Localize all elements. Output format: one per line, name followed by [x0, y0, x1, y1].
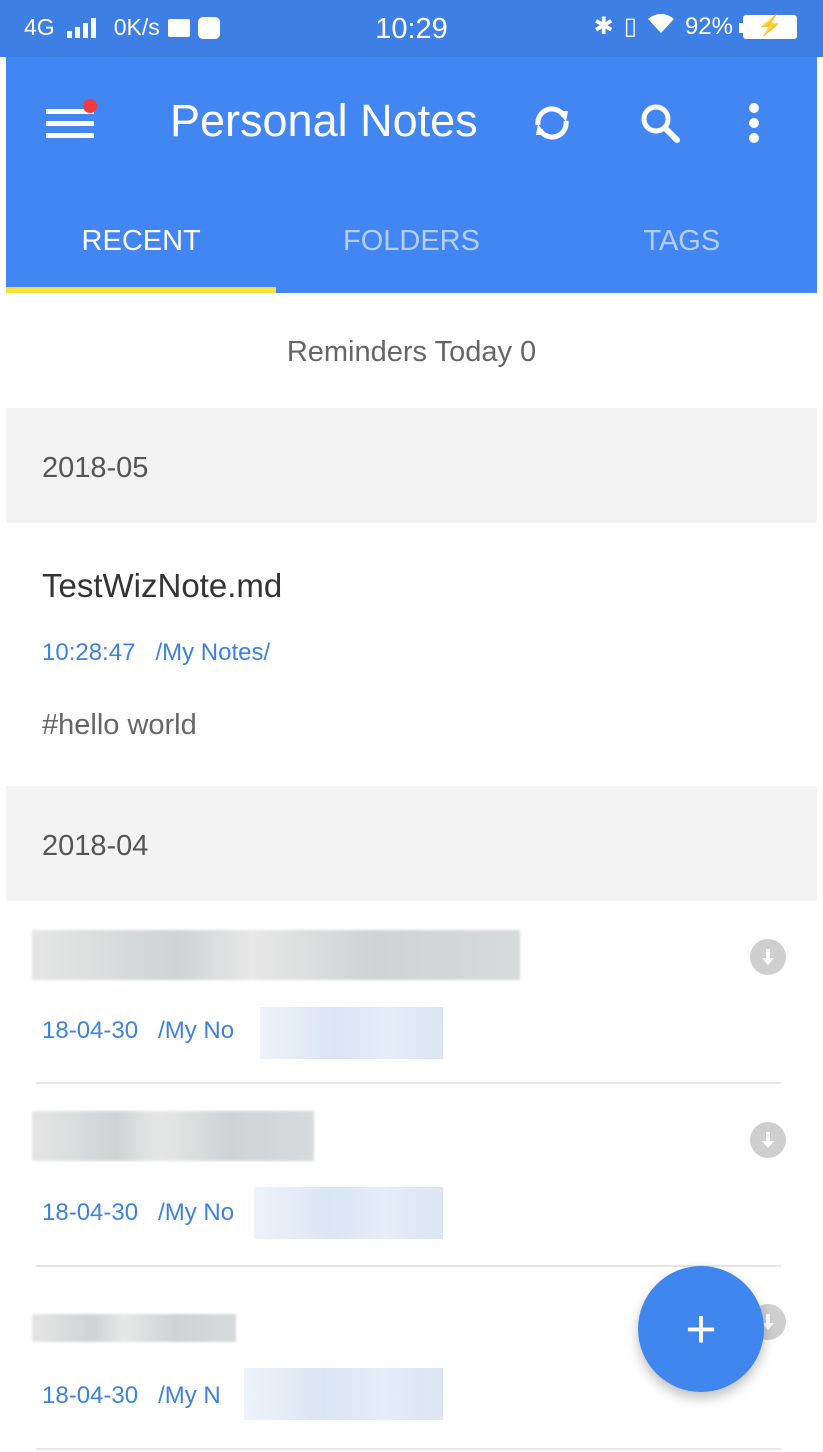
- section-header: 2018-05: [6, 408, 817, 523]
- menu-icon-line: [46, 133, 94, 138]
- app-title: Personal Notes: [170, 95, 478, 146]
- note-folder[interactable]: /My No: [158, 1017, 234, 1044]
- battery-percent: 92%: [684, 12, 733, 40]
- tab-label: FOLDERS: [343, 225, 480, 257]
- reminders-banner[interactable]: Reminders Today 0: [6, 296, 817, 408]
- menu-button[interactable]: [46, 99, 97, 141]
- more-vert-icon: [749, 103, 759, 143]
- note-item[interactable]: TestWizNote.md 10:28:47 /My Notes/ #hell…: [6, 523, 817, 786]
- note-title-redacted: [32, 1111, 314, 1161]
- note-folder-redacted: [254, 1187, 443, 1239]
- divider: [36, 1082, 781, 1084]
- wifi-icon: [647, 12, 675, 41]
- menu-icon-line: [46, 121, 94, 126]
- note-item[interactable]: 18-04-30 /My No: [6, 901, 817, 1083]
- note-folder-redacted: [244, 1368, 443, 1420]
- tab-label: RECENT: [81, 225, 201, 257]
- status-bar: 4G 0K/s 10:29 ✱ ▯ 92% ⚡: [0, 0, 823, 57]
- note-date: 18-04-30: [42, 1017, 139, 1044]
- download-icon[interactable]: [750, 1122, 786, 1158]
- note-meta: 18-04-30 /My N: [42, 1382, 221, 1410]
- bluetooth-icon: ✱: [593, 13, 614, 40]
- more-button[interactable]: [726, 95, 782, 151]
- note-item[interactable]: 18-04-30 /My No: [6, 1085, 817, 1266]
- search-icon: [641, 104, 680, 143]
- note-folder[interactable]: /My N: [158, 1382, 221, 1409]
- battery-icon: ⚡: [739, 14, 797, 39]
- vibrate-icon: ▯: [623, 13, 637, 40]
- divider: [36, 1265, 781, 1267]
- note-folder[interactable]: /My Notes/: [155, 639, 270, 666]
- tab-tags[interactable]: TAGS: [547, 207, 817, 293]
- add-note-button[interactable]: +: [638, 1266, 764, 1392]
- section-header: 2018-04: [6, 786, 817, 901]
- notification-dot: [83, 99, 97, 113]
- note-meta: 18-04-30 /My No: [42, 1199, 234, 1227]
- plus-icon: +: [685, 1299, 717, 1359]
- download-icon[interactable]: [750, 939, 786, 975]
- note-title: TestWizNote.md: [42, 567, 283, 604]
- sync-icon: [535, 106, 569, 140]
- note-title-redacted: [32, 930, 520, 980]
- app-bar: Personal Notes RECENT FOLDERS TAGS: [6, 57, 817, 293]
- tab-indicator: [6, 287, 277, 293]
- tab-label: TAGS: [643, 225, 721, 257]
- tab-recent[interactable]: RECENT: [6, 207, 277, 293]
- tab-folders[interactable]: FOLDERS: [276, 207, 546, 293]
- note-meta: 10:28:47 /My Notes/: [42, 639, 270, 667]
- note-title-redacted: [32, 1314, 236, 1342]
- note-snippet: #hello world: [42, 709, 197, 741]
- note-folder-redacted: [260, 1007, 443, 1059]
- note-time: 10:28:47: [42, 639, 136, 666]
- divider: [36, 1448, 781, 1450]
- tab-bar: RECENT FOLDERS TAGS: [6, 207, 817, 293]
- status-right: ✱ ▯ 92% ⚡: [594, 12, 797, 41]
- search-button[interactable]: [632, 95, 688, 151]
- note-date: 18-04-30: [42, 1382, 139, 1409]
- note-folder[interactable]: /My No: [158, 1199, 234, 1226]
- note-meta: 18-04-30 /My No: [42, 1017, 234, 1045]
- note-date: 18-04-30: [42, 1199, 139, 1226]
- sync-button[interactable]: [524, 95, 580, 151]
